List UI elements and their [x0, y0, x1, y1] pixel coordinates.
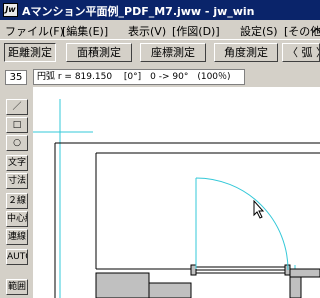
wall-fill-left [95, 272, 150, 298]
rectangle-tool-button[interactable]: □ [6, 117, 28, 133]
mouse-cursor-icon [253, 199, 265, 219]
status-row: 35 円弧 r = 819.150 [0°] 0 -> 90° (100％) [0, 67, 320, 87]
measure-readout: 円弧 r = 819.150 [0°] 0 -> 90° (100％) [33, 69, 245, 85]
auto-mode-button[interactable]: AUTO [6, 249, 28, 265]
double-line-tool-button[interactable]: ２線 [6, 193, 28, 209]
menu-settings[interactable]: 設定(S) [240, 23, 278, 39]
measure-toolbar: 距離測定 面積測定 座標測定 角度測定 〈 弧 〉 [0, 39, 320, 65]
app-icon: Jw [3, 3, 18, 17]
text-tool-button[interactable]: 文字 [6, 155, 28, 171]
wall-fill-right-column [289, 276, 302, 298]
distance-measure-button[interactable]: 距離測定 [4, 43, 56, 62]
menu-view[interactable]: 表示(V) [128, 23, 166, 39]
drawing-canvas[interactable] [33, 87, 320, 298]
window-title: Aマンション平面例_PDF_M7.jww - jw_win [22, 5, 255, 18]
menu-bar: ファイル(F) [編集(E)] 表示(V) [作図(D)] 設定(S) [その他… [0, 20, 320, 39]
door-swing-arc [195, 177, 289, 271]
arc-mode-button[interactable]: 〈 弧 〉 [282, 43, 320, 62]
menu-file[interactable]: ファイル(F) [5, 23, 64, 39]
dimension-tool-button[interactable]: 寸法 [6, 173, 28, 189]
line-tool-button[interactable]: ／ [6, 99, 28, 115]
menu-edit[interactable]: [編集(E)] [62, 23, 108, 39]
circle-tool-button[interactable]: ○ [6, 135, 28, 151]
connect-line-tool-button[interactable]: 連線 [6, 229, 28, 245]
left-toolbar: ／ □ ○ 文字 寸法 ２線 中心線 連線 AUTO 範囲 [0, 87, 33, 298]
area-measure-button[interactable]: 面積測定 [66, 43, 132, 62]
wall-fill-right [289, 268, 320, 278]
menu-help[interactable]: ヘ [312, 23, 320, 39]
menu-draw[interactable]: [作図(D)] [172, 23, 220, 39]
centerline-tool-button[interactable]: 中心線 [6, 211, 28, 227]
title-bar[interactable]: Jw Aマンション平面例_PDF_M7.jww - jw_win [0, 0, 320, 20]
range-tool-button[interactable]: 範囲 [6, 279, 28, 295]
layer-number-field[interactable]: 35 [5, 70, 27, 85]
wall-fill-mid [148, 282, 192, 298]
door-jamb-left [190, 264, 197, 276]
angle-measure-button[interactable]: 角度測定 [214, 43, 278, 62]
coordinate-measure-button[interactable]: 座標測定 [140, 43, 206, 62]
